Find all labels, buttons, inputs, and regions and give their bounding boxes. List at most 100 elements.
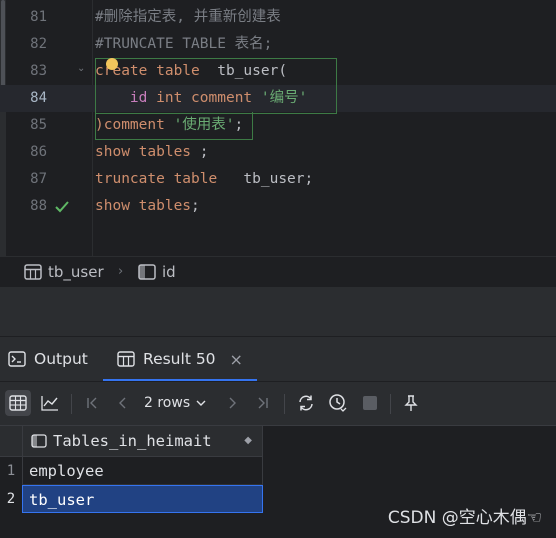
code-line[interactable]: 85)comment '使用表'; — [0, 112, 556, 139]
code-text[interactable]: show tables; — [95, 193, 200, 220]
code-text[interactable]: )comment '使用表'; — [95, 112, 243, 139]
check-icon — [55, 201, 69, 213]
code-text[interactable]: truncate table tb_user; — [95, 166, 313, 193]
chart-view-button[interactable] — [37, 390, 63, 416]
line-number: 84 — [30, 90, 47, 106]
breadcrumb-label: id — [162, 263, 176, 281]
code-token: show tables — [95, 144, 200, 160]
row-number: 2 — [6, 491, 16, 507]
column-header-label: Tables_in_heimait — [53, 432, 212, 450]
page-size-select[interactable]: 2 rows — [144, 390, 207, 416]
refresh-button[interactable] — [293, 390, 319, 416]
table-row-selected[interactable]: 2 tb_user — [0, 485, 263, 513]
tab-label: Output — [34, 350, 88, 368]
toolbar-divider — [71, 394, 72, 414]
breadcrumb: tb_user › id — [0, 256, 556, 287]
pin-icon — [404, 395, 418, 411]
breadcrumb-item-table[interactable]: tb_user — [24, 257, 104, 287]
line-number: 86 — [30, 144, 47, 160]
previous-page-button[interactable] — [110, 390, 136, 416]
column-icon — [31, 434, 47, 448]
code-token: id — [129, 90, 157, 106]
code-token: #TRUNCATE TABLE 表名; — [95, 36, 273, 52]
code-token: #删除指定表, 并重新创建表 — [95, 9, 281, 25]
code-token: ; — [191, 198, 200, 214]
chevron-left-icon — [119, 397, 126, 409]
code-token: '编号' — [260, 90, 308, 106]
code-line[interactable]: 88 show tables; — [0, 193, 556, 220]
code-token: tb_user( — [217, 63, 288, 79]
first-page-button[interactable] — [79, 390, 105, 416]
tab-output[interactable]: Output — [8, 337, 88, 381]
tab-label: Result 50 — [143, 350, 216, 368]
history-button[interactable] — [325, 390, 351, 416]
line-chart-icon — [41, 396, 58, 411]
code-text[interactable]: id int comment '编号' — [95, 85, 307, 112]
code-line[interactable]: 84 id int comment '编号' — [0, 85, 556, 112]
table-icon — [117, 351, 135, 367]
line-number: 87 — [30, 171, 47, 187]
column-icon — [138, 264, 156, 280]
code-token: truncate table — [95, 171, 244, 187]
code-text[interactable]: #TRUNCATE TABLE 表名; — [95, 31, 272, 58]
table-view-button[interactable] — [5, 390, 31, 416]
grid-cell[interactable]: employee — [22, 457, 263, 485]
chevron-right-icon — [229, 397, 236, 409]
column-header[interactable]: Tables_in_heimait ◆ — [22, 426, 263, 456]
grid-header: Tables_in_heimait ◆ — [0, 426, 263, 457]
code-text[interactable]: #删除指定表, 并重新创建表 — [95, 4, 281, 31]
pin-tab-button[interactable] — [398, 390, 424, 416]
breadcrumb-label: tb_user — [48, 263, 104, 281]
line-number: 81 — [30, 9, 47, 25]
code-line[interactable]: 82 #TRUNCATE TABLE 表名; — [0, 31, 556, 58]
code-line[interactable]: 81 #删除指定表, 并重新创建表 — [0, 4, 556, 31]
table-row[interactable]: 1 employee — [0, 457, 263, 485]
chevron-right-icon: › — [118, 264, 124, 279]
last-page-icon — [258, 397, 268, 409]
code-token: show tables — [95, 198, 192, 214]
toolbar-divider — [390, 394, 391, 414]
code-line[interactable]: 87 truncate table tb_user; — [0, 166, 556, 193]
code-token: ; — [199, 144, 209, 160]
code-line[interactable]: 86 show tables ; — [0, 139, 556, 166]
code-text[interactable]: create table tb_user( — [95, 58, 287, 85]
code-line[interactable]: 83 create table tb_user( ⌄ — [0, 58, 556, 85]
close-icon[interactable]: × — [230, 350, 243, 369]
intention-bulb-icon[interactable] — [106, 58, 118, 70]
stop-button[interactable] — [357, 390, 383, 416]
breadcrumb-item-column[interactable]: id — [138, 257, 176, 287]
chevron-down-icon — [196, 400, 206, 406]
table-icon — [24, 264, 42, 280]
rows-count-label: 2 rows — [144, 395, 191, 411]
watermark: CSDN @空心木偶☜ — [387, 508, 542, 528]
next-page-button[interactable] — [219, 390, 245, 416]
first-page-icon — [87, 397, 97, 409]
stop-icon — [363, 396, 377, 410]
code-text[interactable]: show tables ; — [95, 139, 209, 166]
panel-splitter[interactable] — [0, 286, 556, 337]
code-editor[interactable]: 81 #删除指定表, 并重新创建表 82 #TRUNCATE TABLE 表名; 83 c… — [0, 0, 556, 256]
tab-result[interactable]: Result 50 × — [103, 337, 257, 381]
line-number: 88 — [30, 198, 47, 214]
clock-icon — [329, 394, 347, 412]
refresh-icon — [299, 395, 313, 411]
sort-icon[interactable]: ◆ — [244, 426, 252, 456]
code-token: tb_user; — [243, 171, 314, 187]
code-token: comment — [103, 117, 174, 133]
console-icon — [8, 351, 26, 367]
row-number: 1 — [6, 463, 16, 479]
code-token: ; — [234, 117, 244, 133]
line-number: 85 — [30, 117, 47, 133]
line-number: 83 — [30, 63, 47, 79]
code-token: ) — [95, 117, 104, 133]
table-icon — [9, 395, 27, 411]
fold-icon[interactable]: ⌄ — [77, 64, 87, 74]
line-number: 82 — [30, 36, 47, 52]
code-token: '使用表' — [173, 117, 235, 133]
grid-cell[interactable]: tb_user — [22, 485, 263, 513]
toolbar-divider — [284, 394, 285, 414]
last-page-button[interactable] — [250, 390, 276, 416]
result-toolbar: 2 rows — [0, 381, 556, 426]
code-token: int comment — [156, 90, 261, 106]
